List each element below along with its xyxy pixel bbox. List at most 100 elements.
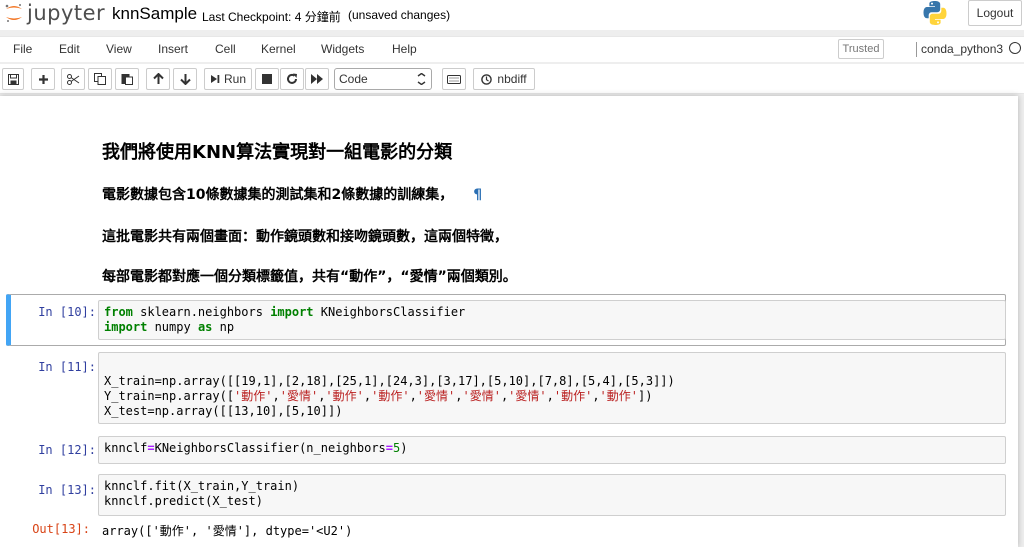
notebook-area: 我們將使用KNN算法實現對一組電影的分類 電影數據包含10條數據集的測試集和2條…	[0, 96, 1024, 547]
move-down-button[interactable]	[173, 68, 197, 90]
paste-cell-button[interactable]	[115, 68, 139, 90]
string-literal: '動作'	[325, 389, 364, 403]
scissors-icon	[66, 73, 79, 85]
code-text: knnclf	[104, 441, 148, 455]
code-editor[interactable]: X_train=np.array([[19,1],[2,18],[25,1],[…	[98, 352, 1006, 424]
code-cell-11[interactable]: In [11]: X_train=np.array([[19,1],[2,18]…	[6, 352, 1006, 424]
code-line-1: knnclf.fit(X_train,Y_train)	[104, 479, 300, 493]
logout-button[interactable]: Logout	[968, 0, 1022, 26]
cell-type-select[interactable]: Code	[334, 68, 432, 90]
nbdiff-label: nbdiff	[497, 72, 527, 86]
python-logo-icon	[923, 1, 947, 25]
string-literal: '動作'	[371, 389, 410, 403]
copy-icon	[94, 73, 106, 85]
trusted-badge[interactable]: Trusted	[838, 39, 884, 59]
code-editor[interactable]: from sklearn.neighbors import KNeighbors…	[98, 300, 1006, 340]
toolbar: Run Code nbdiff	[0, 64, 1024, 94]
logo-text: jupyter	[27, 1, 106, 25]
code-cell-13[interactable]: In [13]: knnclf.fit(X_train,Y_train) knn…	[6, 474, 1006, 538]
step-forward-icon	[210, 75, 220, 83]
menu-file[interactable]: File	[13, 42, 32, 56]
code-editor[interactable]: knnclf.fit(X_train,Y_train) knnclf.predi…	[98, 474, 1006, 516]
code-editor[interactable]: knnclf=KNeighborsClassifier(n_neighbors=…	[98, 436, 1006, 464]
code-text: )	[400, 441, 408, 455]
jupyter-logo-icon	[5, 4, 22, 22]
plus-icon	[38, 74, 48, 84]
fast-forward-icon	[311, 74, 323, 84]
checkpoint-status: Last Checkpoint: 4 分鐘前	[202, 10, 341, 24]
keyboard-icon	[447, 74, 461, 84]
input-prompt: In [13]:	[38, 483, 96, 497]
code-cell-12[interactable]: In [12]: knnclf=KNeighborsClassifier(n_n…	[6, 436, 1006, 464]
input-prompt: In [11]:	[38, 360, 96, 374]
stop-icon	[262, 74, 272, 84]
menu-help[interactable]: Help	[392, 42, 417, 56]
command-palette-button[interactable]	[442, 68, 466, 90]
markdown-line-1-text: 電影數據包含10條數據集的測試集和2條數據的訓練集，	[102, 187, 454, 203]
menu-kernel[interactable]: Kernel	[261, 42, 296, 56]
notebook-name[interactable]: knnSample	[112, 4, 197, 24]
code-line-1: X_train=np.array([[19,1],[2,18],[25,1],[…	[104, 374, 675, 388]
kernel-name: conda_python3	[921, 42, 1004, 56]
arrow-down-icon	[179, 74, 191, 85]
code-line-2-suffix: ])	[638, 389, 653, 403]
keyword: from	[104, 305, 133, 319]
cut-cell-button[interactable]	[61, 68, 85, 90]
move-up-button[interactable]	[146, 68, 170, 90]
string-literal: '愛情'	[279, 389, 319, 403]
operator: =	[385, 441, 394, 455]
markdown-heading: 我們將使用KNN算法實現對一組電影的分類	[102, 142, 453, 163]
run-button[interactable]: Run	[204, 68, 252, 90]
header: jupyter knnSample Last Checkpoint: 4 分鐘前…	[0, 0, 1024, 30]
string-literal: '動作'	[234, 389, 273, 403]
jupyter-logo[interactable]: jupyter	[4, 0, 105, 26]
anchor-link[interactable]: ¶	[473, 187, 482, 203]
string-literal: '愛情'	[462, 389, 501, 403]
keyword: as	[197, 320, 213, 334]
markdown-line-2: 這批電影共有兩個畫面：動作鏡頭數和接吻鏡頭數，這兩個特徵，	[102, 229, 508, 245]
paste-icon	[121, 74, 133, 85]
save-icon	[7, 73, 19, 85]
string-literal: '動作'	[553, 389, 593, 403]
input-prompt: In [10]:	[38, 305, 96, 319]
code-text: sklearn.neighbors	[132, 305, 271, 319]
output-prompt: Out[13]:	[32, 522, 90, 536]
insert-cell-button[interactable]	[31, 68, 55, 90]
code-text: KNeighborsClassifier(n_neighbors	[154, 441, 386, 455]
code-cell-10[interactable]: In [10]: from sklearn.neighbors import K…	[6, 294, 1006, 346]
restart-run-all-button[interactable]	[305, 68, 329, 90]
code-text: np	[212, 320, 235, 334]
code-text: KNeighborsClassifier	[313, 305, 466, 319]
code-text: numpy	[147, 320, 198, 334]
input-prompt: In [12]:	[38, 443, 96, 457]
menu-widgets[interactable]: Widgets	[321, 42, 364, 56]
run-label: Run	[223, 72, 246, 86]
menubar: File Edit View Insert Cell Kernel Widget…	[0, 36, 1024, 62]
kernel-separator	[916, 42, 917, 57]
string-literal: '愛情'	[416, 389, 456, 403]
code-line-3: X_test=np.array([[13,10],[5,10]])	[104, 404, 343, 418]
string-literal: '動作'	[599, 389, 638, 403]
arrow-up-icon	[152, 73, 164, 84]
code-line-2-prefix: Y_train=np.array([	[104, 389, 235, 403]
menu-edit[interactable]: Edit	[59, 42, 80, 56]
kernel-status-indicator-icon	[1009, 42, 1021, 54]
keyword: import	[270, 305, 314, 319]
save-button[interactable]	[2, 68, 24, 90]
markdown-line-3: 每部電影都對應一個分類標籤值，共有“動作”，“愛情”兩個類別。	[102, 269, 517, 285]
nbdiff-button[interactable]: nbdiff	[473, 68, 535, 90]
code-line-2: knnclf.predict(X_test)	[104, 494, 263, 508]
operator: =	[147, 441, 155, 455]
notebook-container: 我們將使用KNN算法實現對一組電影的分類 電影數據包含10條數據集的測試集和2條…	[0, 96, 1018, 547]
menu-cell[interactable]: Cell	[215, 42, 236, 56]
cell-type-value: Code	[339, 72, 368, 86]
copy-cell-button[interactable]	[88, 68, 112, 90]
cell-output: array(['動作', '愛情'], dtype='<U2')	[102, 524, 353, 538]
menu-insert[interactable]: Insert	[158, 42, 188, 56]
markdown-line-1: 電影數據包含10條數據集的測試集和2條數據的訓練集， ¶	[102, 184, 482, 204]
interrupt-kernel-button[interactable]	[255, 68, 279, 90]
save-status: (unsaved changes)	[348, 8, 451, 22]
restart-kernel-button[interactable]	[280, 68, 304, 90]
menu-view[interactable]: View	[106, 42, 132, 56]
clock-icon	[481, 73, 493, 85]
